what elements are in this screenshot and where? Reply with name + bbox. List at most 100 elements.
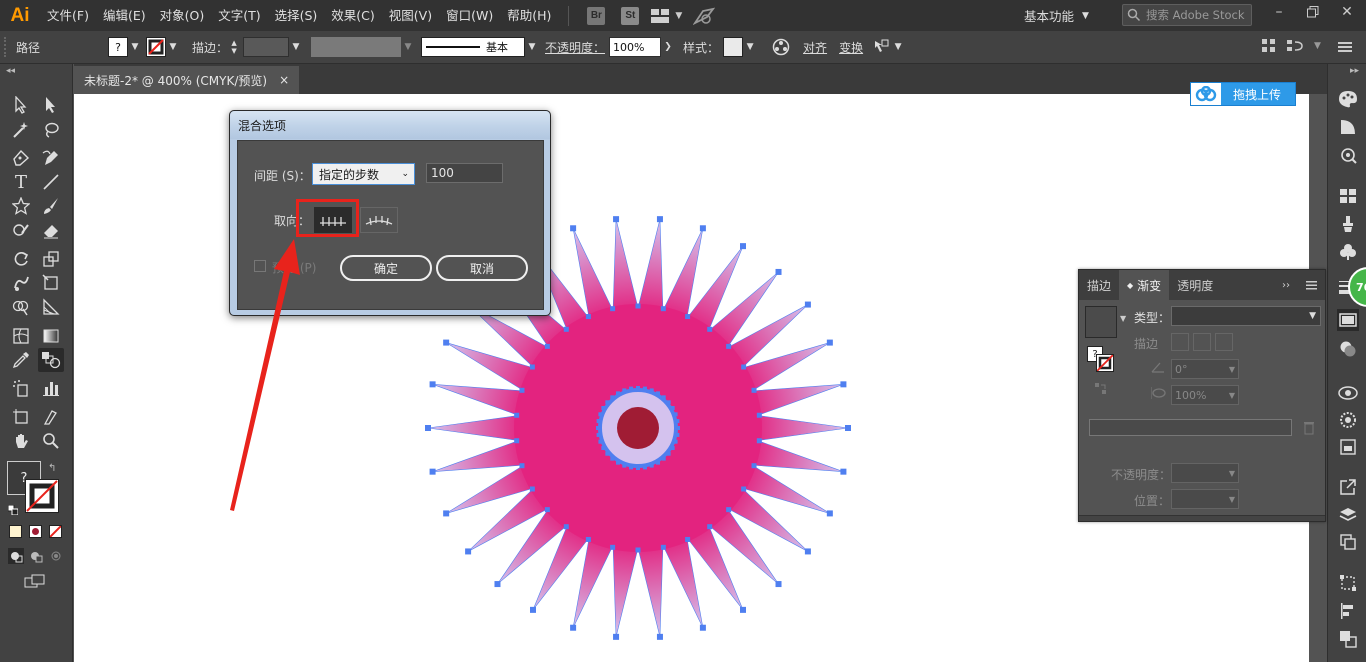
control-menu-icon[interactable] xyxy=(1338,41,1352,55)
scale-tool-icon[interactable] xyxy=(38,247,64,271)
default-fill-stroke-icon[interactable] xyxy=(7,504,19,516)
outer-anchor-point[interactable] xyxy=(845,425,851,431)
perspective-grid-tool-icon[interactable] xyxy=(38,295,64,319)
graphic-styles-panel-icon[interactable] xyxy=(1337,409,1359,431)
gpu-performance-icon[interactable] xyxy=(693,5,716,27)
free-transform-tool-icon[interactable] xyxy=(38,271,64,295)
stroke-dropdown-icon[interactable]: ▼ xyxy=(166,37,180,57)
inner-ring-anchor[interactable] xyxy=(656,460,660,465)
graphic-style-swatch[interactable] xyxy=(723,37,744,57)
control-bar-grip[interactable] xyxy=(4,37,14,57)
export-panel-icon[interactable] xyxy=(1337,476,1359,498)
inner-anchor-point[interactable] xyxy=(610,544,616,550)
gradient-tool-icon[interactable] xyxy=(38,324,64,348)
inner-anchor-point[interactable] xyxy=(726,343,732,349)
selection-tool-icon[interactable] xyxy=(8,93,34,117)
inner-ring-anchor[interactable] xyxy=(666,400,671,405)
inner-ring-anchor[interactable] xyxy=(670,406,675,410)
hand-tool-icon[interactable] xyxy=(8,429,34,453)
inner-ring-anchor[interactable] xyxy=(605,400,610,405)
inner-ring-anchor[interactable] xyxy=(605,451,610,456)
stroke-gradient-within-button[interactable] xyxy=(1171,333,1189,351)
fill-swatch[interactable]: ? xyxy=(108,37,128,57)
tab-stroke[interactable]: 描边 xyxy=(1079,270,1119,300)
color-guide-icon[interactable] xyxy=(1337,116,1359,138)
inner-ring-anchor[interactable] xyxy=(676,426,680,430)
opacity-input[interactable]: 100% xyxy=(609,37,662,57)
document-setup-icon[interactable] xyxy=(1287,39,1305,53)
stroke-swatch[interactable] xyxy=(146,37,166,57)
variable-width-profile[interactable] xyxy=(311,37,402,57)
spacing-select[interactable]: 指定的步数 ⌄ xyxy=(312,163,415,185)
artboards-panel-icon[interactable] xyxy=(1337,531,1359,553)
outer-anchor-point[interactable] xyxy=(740,243,746,250)
inner-anchor-point[interactable] xyxy=(660,544,666,550)
stock-button[interactable]: St xyxy=(621,6,640,25)
align-to-path-button[interactable] xyxy=(360,207,398,233)
curvature-tool-icon[interactable] xyxy=(38,146,64,170)
inner-ring-anchor[interactable] xyxy=(661,456,666,461)
inner-anchor-point[interactable] xyxy=(529,364,535,370)
inner-ring-anchor[interactable] xyxy=(675,432,680,437)
gradient-panel-icon[interactable] xyxy=(1337,309,1359,331)
recolor-icon[interactable] xyxy=(1337,144,1359,166)
inner-anchor-point[interactable] xyxy=(685,314,691,320)
inner-ring-anchor[interactable] xyxy=(622,463,627,468)
outer-anchor-point[interactable] xyxy=(775,581,782,588)
type-tool-icon[interactable]: T xyxy=(8,170,34,194)
inner-ring-anchor[interactable] xyxy=(596,432,601,437)
outer-anchor-point[interactable] xyxy=(740,606,746,613)
outer-anchor-point[interactable] xyxy=(494,581,501,588)
draw-behind-icon[interactable] xyxy=(28,548,44,564)
outer-anchor-point[interactable] xyxy=(613,216,620,223)
mesh-tool-icon[interactable] xyxy=(8,324,34,348)
tab-gradient[interactable]: ◆ 渐变 xyxy=(1119,270,1170,300)
outer-anchor-point[interactable] xyxy=(570,225,577,232)
delete-stop-icon[interactable] xyxy=(1303,421,1315,438)
outer-anchor-point[interactable] xyxy=(570,624,577,631)
gradient-stroke-box[interactable] xyxy=(1096,354,1114,372)
menu-file[interactable]: 文件(F) xyxy=(40,0,96,31)
inner-ring-anchor[interactable] xyxy=(673,439,678,444)
inner-ring-anchor[interactable] xyxy=(616,391,620,396)
outer-anchor-point[interactable] xyxy=(530,606,536,613)
fill-dropdown-icon[interactable]: ▼ xyxy=(128,37,142,57)
outer-anchor-point[interactable] xyxy=(804,548,811,555)
recolor-artwork-icon[interactable] xyxy=(771,37,791,57)
magic-wand-tool-icon[interactable] xyxy=(8,118,34,142)
inner-ring-anchor[interactable] xyxy=(661,395,666,400)
outer-anchor-point[interactable] xyxy=(804,301,811,308)
paintbrush-tool-icon[interactable] xyxy=(38,194,64,218)
lasso-tool-icon[interactable] xyxy=(38,118,64,142)
inner-ring-anchor[interactable] xyxy=(666,451,671,456)
cancel-button[interactable]: 取消 xyxy=(436,255,528,281)
menu-object[interactable]: 对象(O) xyxy=(153,0,212,31)
gradient-preview-swatch[interactable] xyxy=(1085,306,1117,338)
outer-anchor-point[interactable] xyxy=(840,468,847,475)
inner-anchor-point[interactable] xyxy=(544,507,550,513)
inner-anchor-point[interactable] xyxy=(563,326,569,332)
panel-resize-grip[interactable] xyxy=(1079,515,1325,521)
inner-anchor-point[interactable] xyxy=(610,306,616,312)
outer-anchor-point[interactable] xyxy=(465,548,472,555)
inner-ring-anchor[interactable] xyxy=(601,446,606,450)
slice-tool-icon[interactable] xyxy=(38,405,64,429)
stroke-weight-dropdown-icon[interactable]: ▼ xyxy=(289,37,303,57)
swatches-panel-icon[interactable] xyxy=(1337,185,1359,207)
transparency-panel-icon[interactable] xyxy=(1337,338,1359,360)
inner-ring-anchor[interactable] xyxy=(629,386,634,391)
inner-anchor-point[interactable] xyxy=(635,303,641,309)
gradient-mode-button[interactable] xyxy=(29,525,42,538)
stop-opacity-input[interactable]: ▼ xyxy=(1171,463,1239,483)
inner-ring-anchor[interactable] xyxy=(649,388,654,393)
profile-dropdown-icon[interactable]: ▼ xyxy=(401,37,415,57)
brush-definition[interactable]: 基本 xyxy=(421,37,526,57)
gradient-angle-input[interactable]: 0° ▼ xyxy=(1171,359,1239,379)
menu-effect[interactable]: 效果(C) xyxy=(324,0,381,31)
star-tool-icon[interactable] xyxy=(8,194,34,218)
gradient-slider[interactable] xyxy=(1089,419,1292,436)
menu-window[interactable]: 窗口(W) xyxy=(439,0,500,31)
brushes-panel-icon[interactable] xyxy=(1337,213,1359,235)
blend-tool-icon[interactable] xyxy=(38,348,64,372)
shaper-tool-icon[interactable] xyxy=(8,218,34,242)
